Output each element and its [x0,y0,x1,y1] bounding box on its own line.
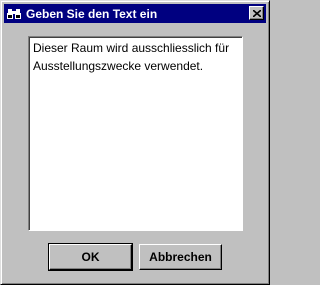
text-input-area[interactable]: Dieser Raum wird ausschliesslich für Aus… [28,36,243,231]
dialog-window: Geben Sie den Text ein Dieser Raum wird … [0,0,270,285]
close-button[interactable] [249,6,264,20]
ok-button[interactable]: OK [48,243,133,271]
title-bar[interactable]: Geben Sie den Text ein [4,4,266,23]
cancel-button[interactable]: Abbrechen [139,244,222,270]
close-icon [251,4,262,22]
window-title: Geben Sie den Text ein [26,6,158,21]
binoculars-icon [6,6,22,22]
